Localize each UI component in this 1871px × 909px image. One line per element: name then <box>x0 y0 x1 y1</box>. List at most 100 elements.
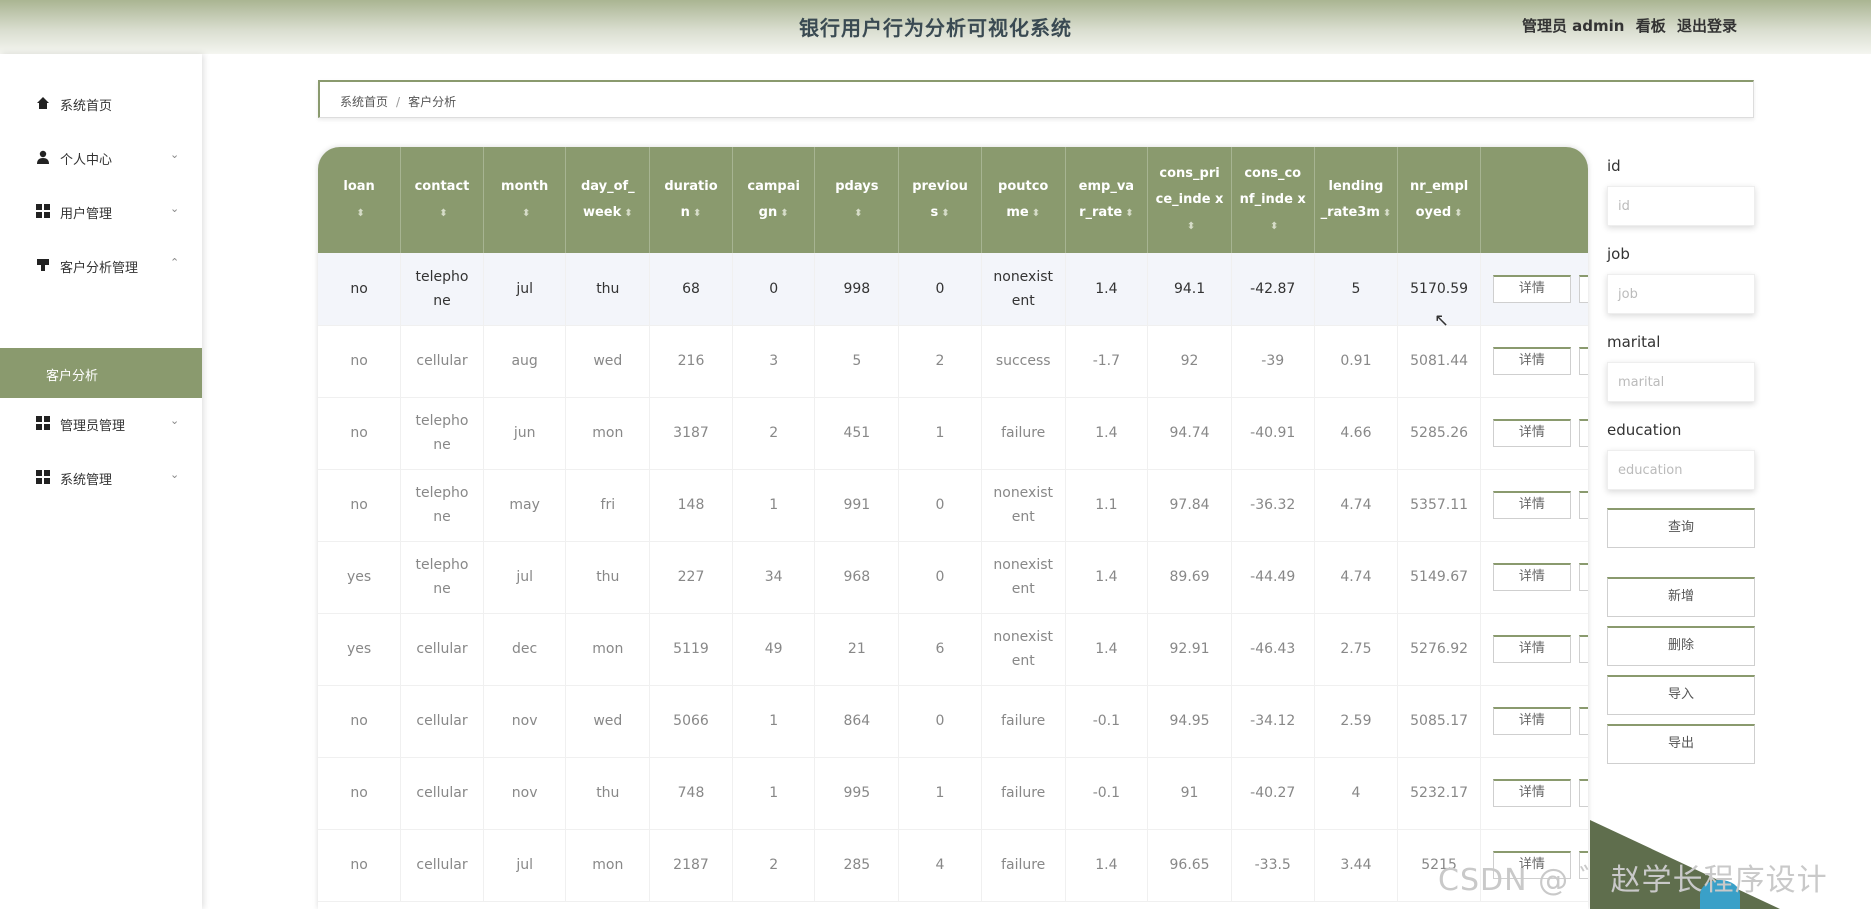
sort-icon[interactable]: ⬍ <box>439 201 447 227</box>
edit-button[interactable]: 修改 <box>1578 491 1588 519</box>
column-header[interactable]: loan ⬍ <box>318 147 402 253</box>
edit-button[interactable]: 修改 <box>1578 707 1588 735</box>
sort-icon[interactable]: ⬍ <box>1187 214 1195 240</box>
column-header[interactable]: lending _rate3m ⬍ <box>1314 147 1399 253</box>
sidebar-item-system[interactable]: 系统管理 ⌄ <box>0 454 202 502</box>
sort-icon[interactable]: ⬍ <box>1270 214 1278 240</box>
column-header-line2: week ⬍ <box>570 200 645 227</box>
search-button[interactable]: 查询 <box>1607 508 1755 548</box>
table-row[interactable]: no telepho ne may fri 148 1 991 0 nonexist ent 1.… <box>318 469 1588 542</box>
table-cell-actions: 详情修改 <box>1480 613 1588 686</box>
column-header[interactable]: emp_va r_rate ⬍ <box>1065 147 1149 253</box>
job-input[interactable]: job <box>1607 274 1755 314</box>
column-header[interactable]: duratio n ⬍ <box>649 147 733 253</box>
import-button[interactable]: 导入 <box>1607 675 1755 715</box>
edit-button[interactable]: 修改 <box>1578 347 1588 375</box>
column-header[interactable]: previou s ⬍ <box>898 147 982 253</box>
edit-button[interactable]: 修改 <box>1578 274 1588 303</box>
sidebar-item-users[interactable]: 用户管理 ⌄ <box>0 188 202 236</box>
table-row[interactable]: no telepho ne jul thu 68 0 998 0 nonexist ent 1.4… <box>318 253 1588 326</box>
sidebar-item-personal[interactable]: 个人中心 ⌄ <box>0 134 202 182</box>
column-header[interactable]: day_of_ week ⬍ <box>565 147 651 253</box>
detail-button[interactable]: 详情 <box>1492 274 1571 303</box>
table-cell-emp: 1.4 <box>1065 613 1149 686</box>
column-header[interactable]: cons_pri ce_inde x ⬍ <box>1147 147 1232 253</box>
sort-icon[interactable]: ⬍ <box>356 201 364 227</box>
home-icon <box>37 97 49 109</box>
table-cell-nr: 5149.67 <box>1397 541 1481 614</box>
column-header[interactable]: cons_co nf_inde x ⬍ <box>1231 147 1315 253</box>
column-header-label: emp_va <box>1078 178 1135 194</box>
detail-button[interactable]: 详情 <box>1492 491 1571 519</box>
board-link[interactable]: 看板 <box>1636 17 1666 35</box>
sort-icon[interactable]: ⬍ <box>854 201 862 227</box>
table-cell-duration: 216 <box>649 325 733 398</box>
detail-button[interactable]: 详情 <box>1492 419 1571 447</box>
education-label: education <box>1607 421 1682 439</box>
table-row[interactable]: no telepho ne jun mon 3187 2 451 1 failure 1.4 94.… <box>318 397 1588 470</box>
sidebar-subitem-customer-analysis[interactable]: 客户分析 <box>0 348 202 398</box>
table-cell-cci: -34.12 <box>1231 685 1315 758</box>
table-cell-nr: 5285.26 <box>1397 397 1481 470</box>
column-header[interactable]: contact ⬍ <box>400 147 484 253</box>
sort-icon[interactable]: ⬍ <box>941 201 949 227</box>
detail-button[interactable]: 详情 <box>1492 707 1571 735</box>
sidebar-item-customer-analysis[interactable]: 客户分析管理 ⌃ <box>0 242 202 290</box>
table-cell-campaign: 2 <box>732 397 816 470</box>
table-row[interactable]: no cellular aug wed 216 3 5 2 success -1.7 92 -39 0.… <box>318 325 1588 398</box>
table-cell-emp: 1.4 <box>1065 397 1149 470</box>
table-row[interactable]: no cellular jul mon 2187 2 285 4 failure 1.4 96.65… <box>318 829 1588 902</box>
export-button[interactable]: 导出 <box>1607 724 1755 764</box>
logout-link[interactable]: 退出登录 <box>1677 17 1737 35</box>
column-header[interactable]: pdays ⬍ <box>814 147 900 253</box>
sidebar-item-admins[interactable]: 管理员管理 ⌄ <box>0 400 202 448</box>
table-cell-duration: 148 <box>649 469 733 542</box>
column-header[interactable]: poutco me ⬍ <box>981 147 1066 253</box>
sidebar-item-home[interactable]: 系统首页 <box>0 80 202 128</box>
detail-button[interactable]: 详情 <box>1492 563 1571 591</box>
delete-button[interactable]: 删除 <box>1607 626 1755 666</box>
table-cell-cpi: 94.95 <box>1147 685 1232 758</box>
education-input[interactable]: education <box>1607 450 1755 490</box>
column-header-line2: ce_inde x ⬍ <box>1152 187 1227 240</box>
sort-icon[interactable]: ⬍ <box>1125 201 1133 227</box>
table-cell-cci: -39 <box>1231 325 1315 398</box>
sort-icon[interactable]: ⬍ <box>624 201 632 227</box>
sort-icon[interactable]: ⬍ <box>1032 201 1040 227</box>
column-header[interactable]: campai gn ⬍ <box>732 147 816 253</box>
edit-button[interactable]: 修改 <box>1578 779 1588 807</box>
table-cell-campaign: 2 <box>732 829 816 902</box>
table-row[interactable]: yes cellular dec mon 5119 49 21 6 nonexist ent 1.… <box>318 613 1588 686</box>
chevron-down-icon: ⌄ <box>170 468 180 481</box>
column-header[interactable]: nr_empl oyed ⬍ <box>1397 147 1481 253</box>
detail-button[interactable]: 详情 <box>1492 635 1571 663</box>
table-row[interactable]: no cellular nov wed 5066 1 864 0 failure -0.1 94.9… <box>318 685 1588 758</box>
sort-icon[interactable]: ⬍ <box>780 201 788 227</box>
edit-button[interactable]: 修改 <box>1578 635 1588 663</box>
detail-button[interactable]: 详情 <box>1492 347 1571 375</box>
sort-icon[interactable]: ⬍ <box>522 201 530 227</box>
table-row[interactable]: yes telepho ne jul thu 227 34 968 0 nonexist ent… <box>318 541 1588 614</box>
add-button[interactable]: 新增 <box>1607 577 1755 617</box>
table-cell-duration: 227 <box>649 541 733 614</box>
column-header[interactable]: month ⬍ <box>483 147 567 253</box>
table-cell-day: mon <box>565 613 651 686</box>
sort-icon[interactable]: ⬍ <box>1454 201 1462 227</box>
edit-button[interactable]: 修改 <box>1578 419 1588 447</box>
table-cell-contact: cellular <box>400 685 484 758</box>
table-row[interactable]: no cellular nov thu 748 1 995 1 failure -0.1 91 -40… <box>318 757 1588 830</box>
table-cell-day: mon <box>565 829 651 902</box>
table-cell-cci: -42.87 <box>1231 253 1315 326</box>
edit-button[interactable]: 修改 <box>1578 563 1588 591</box>
column-header-line2: _rate3m ⬍ <box>1319 200 1394 227</box>
sort-icon[interactable]: ⬍ <box>693 201 701 227</box>
sidebar-item-label: 管理员管理 <box>60 419 126 434</box>
id-input[interactable]: id <box>1607 186 1755 226</box>
table-cell-cpi: 94.1 <box>1147 253 1232 326</box>
marital-input[interactable]: marital <box>1607 362 1755 402</box>
breadcrumb-home[interactable]: 系统首页 <box>340 95 388 109</box>
column-header-label: cons_co <box>1244 165 1302 181</box>
customer-table: loan ⬍ contact ⬍ month ⬍ day_of_ week ⬍ duratio n ⬍… <box>318 147 1588 902</box>
detail-button[interactable]: 详情 <box>1492 779 1571 807</box>
sort-icon[interactable]: ⬍ <box>1383 201 1391 227</box>
